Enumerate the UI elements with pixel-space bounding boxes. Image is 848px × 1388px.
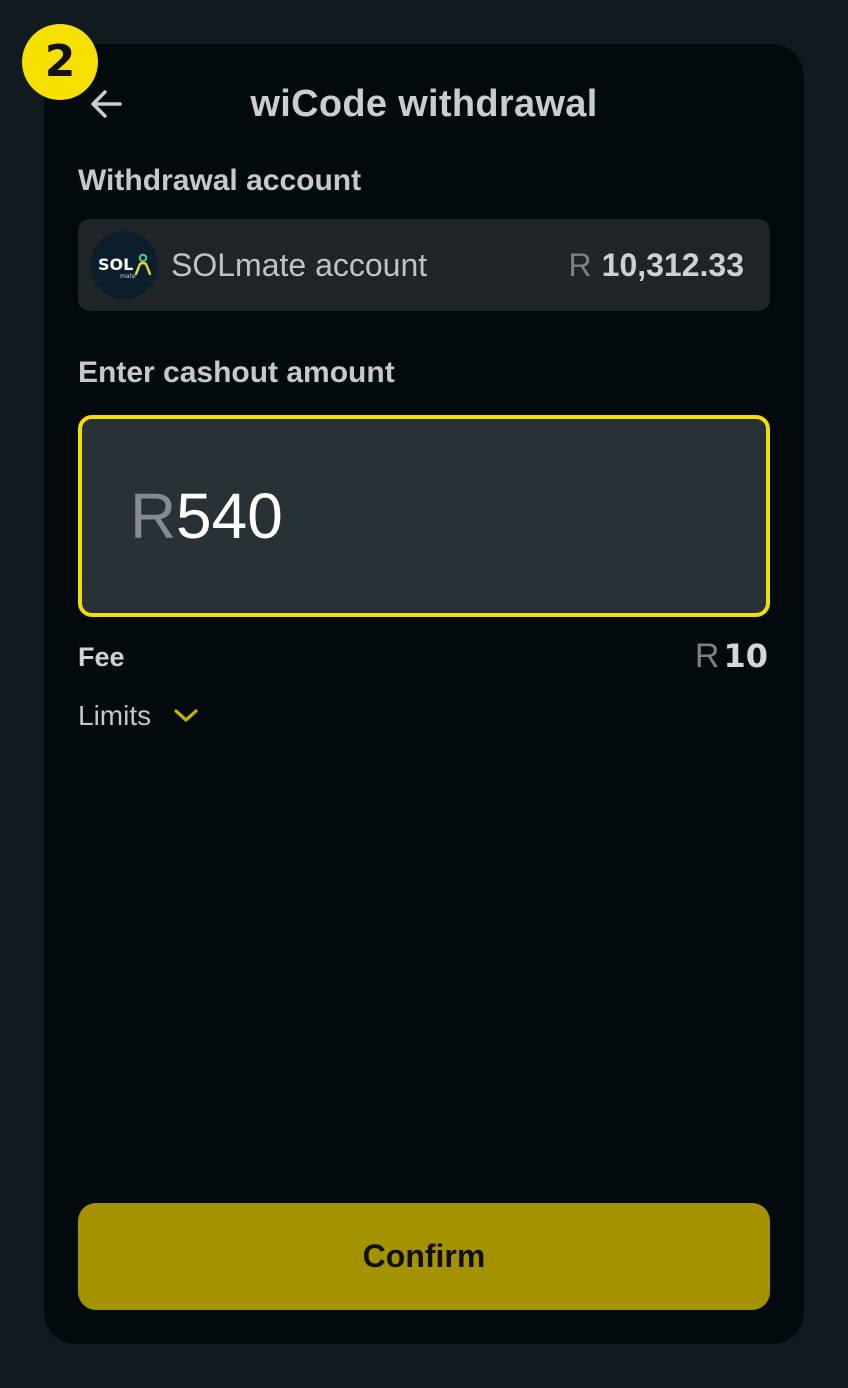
- confirm-button[interactable]: Confirm: [78, 1203, 770, 1310]
- fee-value: 10: [723, 637, 768, 675]
- logo-text: SOL: [98, 255, 133, 274]
- balance-currency: R: [568, 247, 592, 283]
- account-balance: R 10,312.33: [569, 219, 744, 311]
- fee-currency: R: [694, 637, 720, 675]
- person-icon: [134, 253, 152, 276]
- chevron-down-icon: [173, 708, 199, 724]
- limits-toggle[interactable]: Limits: [78, 696, 199, 736]
- withdrawal-account-label: Withdrawal account: [78, 164, 362, 197]
- fee-amount: R 10: [695, 637, 768, 676]
- limits-label: Limits: [78, 700, 152, 731]
- logo-subtext: mate: [120, 273, 136, 280]
- account-name: SOLmate account: [171, 247, 428, 283]
- amount-currency: R: [130, 480, 177, 552]
- page-title: wiCode withdrawal: [250, 83, 598, 125]
- balance-value: 10,312.33: [601, 247, 744, 283]
- solmate-logo: SOL mate: [90, 231, 158, 299]
- cashout-amount-label: Enter cashout amount: [78, 356, 395, 389]
- withdrawal-card: wiCode withdrawal Withdrawal account SOL…: [44, 44, 804, 1344]
- withdrawal-account-selector[interactable]: SOL mate SOLmate account R 10,312.33: [78, 219, 770, 311]
- step-number-badge: 2: [22, 24, 98, 100]
- amount-value: 540: [176, 480, 283, 552]
- fee-label: Fee: [78, 642, 125, 672]
- cashout-amount-input[interactable]: R 540: [78, 415, 770, 617]
